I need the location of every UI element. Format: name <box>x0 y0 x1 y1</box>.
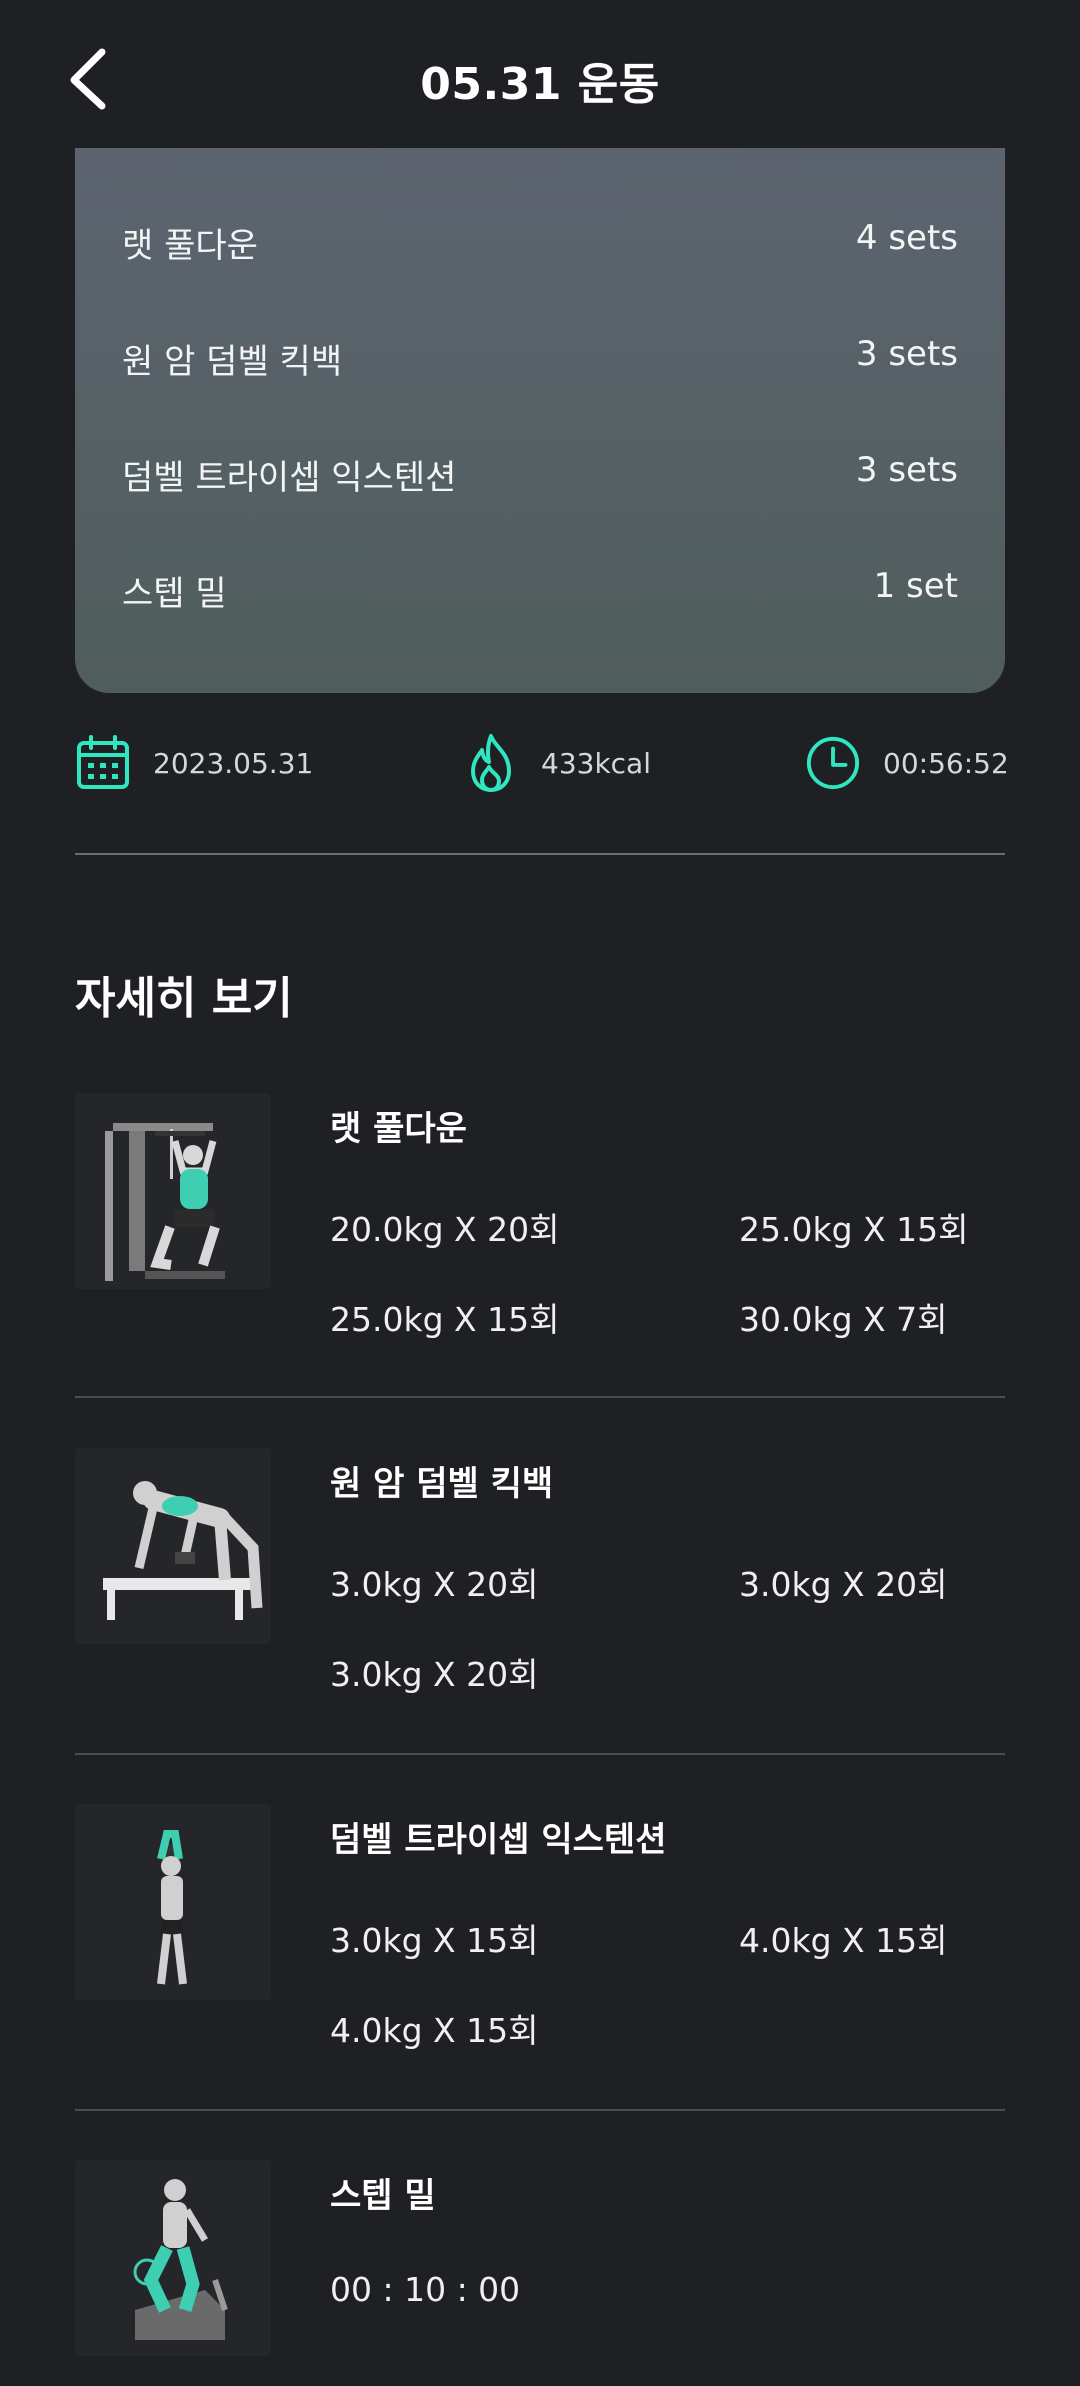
exercise-summary-card: 랫 풀다운 4 sets 원 암 덤벨 킥백 3 sets 덤벨 트라이셉 익스… <box>75 148 1005 693</box>
step-mill-image <box>75 2160 271 2356</box>
set-record: 25.0kg X 15회 <box>330 1300 560 1339</box>
exercise-detail-item[interactable]: 덤벨 트라이셉 익스텐션 3.0kg X 15회 4.0kg X 15회 4.0… <box>75 1804 1005 2104</box>
flame-icon <box>463 733 519 793</box>
set-record: 3.0kg X 15회 <box>330 1921 539 1960</box>
clock-icon <box>805 733 861 793</box>
summary-set-count: 3 sets <box>855 450 958 490</box>
summary-exercise-name: 덤벨 트라이셉 익스텐션 <box>122 458 457 498</box>
divider <box>75 2109 1005 2111</box>
details-section-title: 자세히 보기 <box>75 973 293 1024</box>
page-title: 05.31 운동 <box>420 59 660 110</box>
set-record: 4.0kg X 15회 <box>330 2011 539 2050</box>
exercise-name: 원 암 덤벨 킥백 <box>330 1464 554 1504</box>
summary-set-count: 1 set <box>873 566 958 606</box>
duration-record: 00 : 10 : 00 <box>330 2270 521 2309</box>
set-record: 25.0kg X 15회 <box>739 1210 969 1249</box>
divider <box>75 1753 1005 1755</box>
set-record: 30.0kg X 7회 <box>739 1300 948 1339</box>
workout-duration: 00:56:52 <box>883 746 1009 780</box>
exercise-name: 랫 풀다운 <box>330 1109 467 1149</box>
exercise-detail-item[interactable]: 원 암 덤벨 킥백 3.0kg X 20회 3.0kg X 20회 3.0kg … <box>75 1448 1005 1748</box>
set-record: 3.0kg X 20회 <box>330 1565 539 1604</box>
divider <box>75 853 1005 855</box>
summary-exercise-name: 스텝 밀 <box>122 574 227 614</box>
exercise-name: 덤벨 트라이셉 익스텐션 <box>330 1820 667 1860</box>
set-record: 20.0kg X 20회 <box>330 1210 560 1249</box>
calendar-icon <box>75 733 131 793</box>
summary-row: 랫 풀다운 4 sets <box>122 210 958 270</box>
summary-row: 원 암 덤벨 킥백 3 sets <box>122 326 958 386</box>
summary-exercise-name: 랫 풀다운 <box>122 226 258 266</box>
exercise-detail-item[interactable]: 랫 풀다운 20.0kg X 20회 25.0kg X 15회 25.0kg X… <box>75 1093 1005 1393</box>
summary-row: 덤벨 트라이셉 익스텐션 3 sets <box>122 442 958 502</box>
summary-set-count: 3 sets <box>855 334 958 374</box>
calories-stat: 433kcal <box>463 728 651 798</box>
header: 05.31 운동 <box>0 0 1080 150</box>
lat-pulldown-image <box>75 1093 271 1289</box>
dumbbell-kickback-image <box>75 1448 271 1644</box>
duration-stat: 00:56:52 <box>805 728 1009 798</box>
set-record: 3.0kg X 20회 <box>330 1655 539 1694</box>
exercise-detail-item[interactable]: 스텝 밀 00 : 10 : 00 <box>75 2160 1005 2386</box>
set-record: 4.0kg X 15회 <box>739 1921 948 1960</box>
workout-date: 2023.05.31 <box>153 746 314 780</box>
workout-stats: 2023.05.31 433kcal 00:56:52 <box>75 728 1009 798</box>
workout-detail-screen: 05.31 운동 랫 풀다운 4 sets 원 암 덤벨 킥백 3 sets 덤… <box>0 0 1080 2386</box>
summary-set-count: 4 sets <box>855 218 958 258</box>
divider <box>75 1396 1005 1398</box>
summary-row: 스텝 밀 1 set <box>122 558 958 618</box>
calories-burned: 433kcal <box>541 746 651 780</box>
exercise-name: 스텝 밀 <box>330 2176 436 2216</box>
summary-exercise-name: 원 암 덤벨 킥백 <box>122 342 343 382</box>
set-record: 3.0kg X 20회 <box>739 1565 948 1604</box>
triceps-extension-image <box>75 1804 271 2000</box>
date-stat: 2023.05.31 <box>75 728 313 798</box>
